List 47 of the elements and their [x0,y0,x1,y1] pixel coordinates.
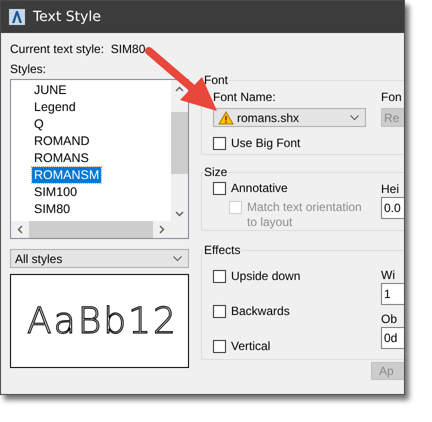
app-logo-icon [9,9,25,25]
field-label: Fon [381,89,403,105]
checkbox-label: Use Big Font [231,136,300,151]
scroll-down-icon [175,211,184,217]
field-label: Font Name: [213,89,277,105]
checkbox[interactable] [213,340,226,353]
scroll-up-icon [175,86,184,92]
current-style-text: Current text style: SIM80 [10,41,146,57]
checkbox[interactable] [213,137,226,150]
style-item[interactable]: ROMANS [32,150,91,166]
checkbox[interactable] [213,270,226,283]
checkbox-label: Annotative [231,181,288,196]
checkbox[interactable] [213,182,226,195]
preview-text: AaBb12 [27,300,178,342]
field-label: Wi [381,267,396,283]
style-item[interactable]: Legend [32,98,78,114]
scroll-left-icon [17,225,23,234]
group-legend: Size [203,165,228,179]
scroll-right-icon [159,225,165,234]
group-legend: Effects [203,243,242,257]
checkbox-label: Vertical [231,339,270,354]
style-item[interactable]: ROMAND [32,132,92,148]
checkbox-label: Match text orientation to layout [247,200,363,230]
style-item[interactable]: Q [32,116,46,132]
style-item[interactable]: SIM100 [32,184,80,200]
vertical-scrollbar[interactable] [171,80,188,221]
value-input[interactable]: 0d [381,327,404,349]
style-filter-dropdown[interactable]: All styles [10,249,189,268]
window-title: Text Style [33,9,101,25]
font-name-dropdown[interactable]: romans.shx [213,108,366,127]
style-item[interactable]: SIM80 [32,200,72,216]
field-label: Hei [381,181,400,197]
group-legend: Font [203,73,230,87]
field-label: Ob [381,311,398,327]
checkbox-label: Upside down [231,269,300,284]
warning-icon [218,110,234,124]
dropdown-caret-icon [173,256,182,262]
horizontal-scrollbar[interactable] [11,221,171,238]
checkbox-label: Backwards [231,304,290,319]
styles-list[interactable]: JUNE Legend Q ROMAND ROMANS ROMANSM SIM100 SIM80 [10,79,189,239]
checkbox[interactable] [213,305,226,318]
value-input[interactable]: 1 [381,283,404,305]
height-input[interactable]: 0.0 [381,197,404,219]
style-item[interactable]: ROMANSM [32,166,102,182]
styles-label: Styles: [10,61,48,77]
dropdown-caret-icon [350,114,359,120]
style-item[interactable]: JUNE [32,82,69,98]
